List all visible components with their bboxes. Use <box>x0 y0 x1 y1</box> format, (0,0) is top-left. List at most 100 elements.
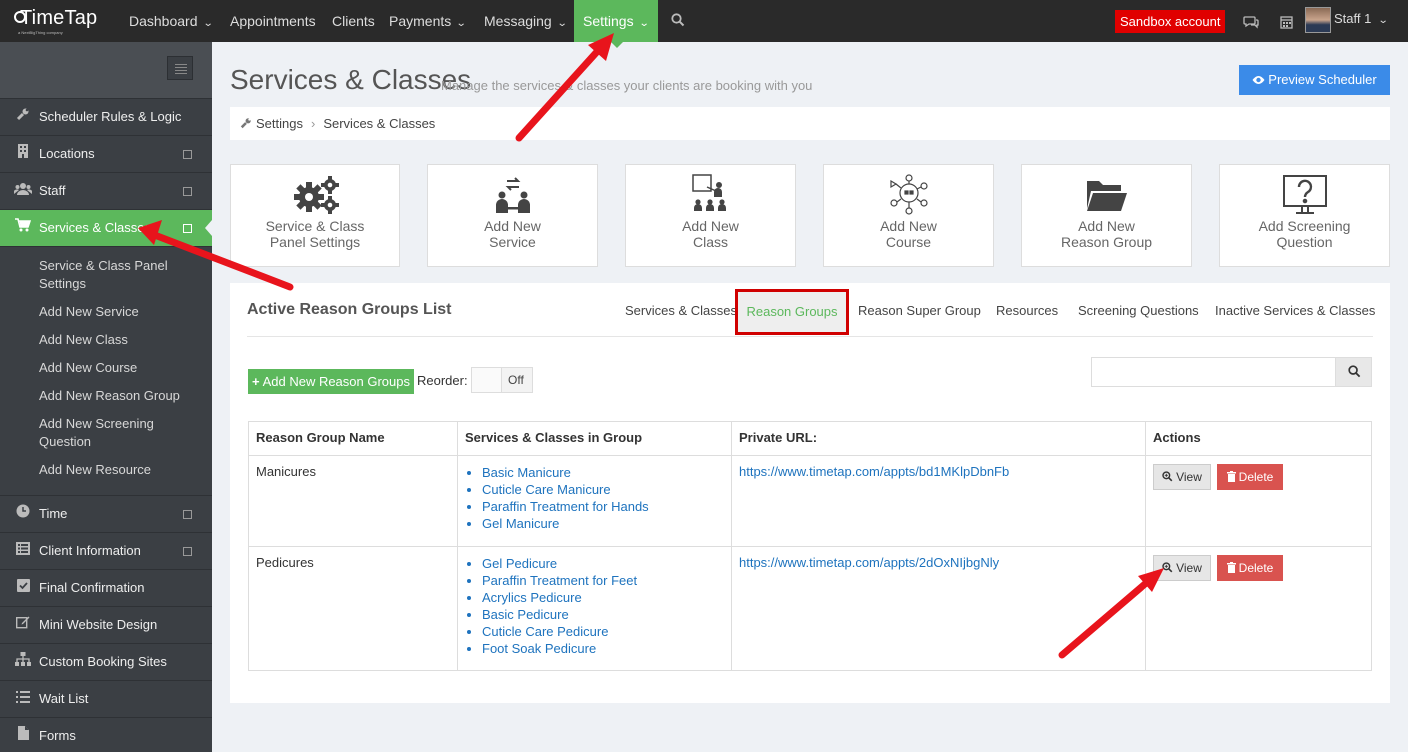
nav-dashboard[interactable]: Dashboard ⌄ <box>129 0 213 42</box>
view-button[interactable]: View <box>1153 464 1211 490</box>
logo-text: TimeTap <box>20 7 98 29</box>
service-link[interactable]: Cuticle Care Manicure <box>482 481 724 498</box>
class-icon <box>626 173 795 217</box>
chat-icon[interactable] <box>1243 15 1259 32</box>
service-link[interactable]: Cuticle Care Pedicure <box>482 623 724 640</box>
sitemap-icon <box>14 644 32 680</box>
expand-toggle[interactable] <box>183 510 192 519</box>
view-button[interactable]: View <box>1153 555 1211 581</box>
column-header: Actions <box>1145 421 1372 456</box>
avatar[interactable] <box>1305 7 1331 33</box>
tab-services-classes[interactable]: Services & Classes <box>625 303 737 318</box>
private-url-link[interactable]: https://www.timetap.com/appts/bd1MKlpDbn… <box>739 464 1009 479</box>
nav-payments[interactable]: Payments ⌄ <box>389 0 467 42</box>
gears-icon <box>231 173 399 217</box>
timetap-logo[interactable]: TimeTap a NextBigThing company <box>14 7 114 35</box>
service-link[interactable]: Gel Manicure <box>482 515 724 532</box>
tile-add-screening-question[interactable]: Add Screening Question <box>1219 164 1390 267</box>
staff-menu[interactable]: Staff 1 ⌄ <box>1334 11 1389 26</box>
expand-toggle[interactable] <box>183 187 192 196</box>
service-link[interactable]: Basic Manicure <box>482 464 724 481</box>
sidebar-item-time[interactable]: Time <box>0 496 212 533</box>
tile-label-line2: Panel Settings <box>269 234 361 250</box>
nav-appointments[interactable]: Appointments <box>230 0 316 42</box>
sidebar-item-final-confirmation[interactable]: Final Confirmation <box>0 570 212 607</box>
service-link[interactable]: Gel Pedicure <box>482 555 724 572</box>
wrench-icon <box>14 99 32 135</box>
tile-panel-settings[interactable]: Service & Class Panel Settings <box>230 164 400 267</box>
submenu-panel-settings[interactable]: Service & Class Panel Settings <box>0 257 212 293</box>
tile-add-new-class[interactable]: Add New Class <box>625 164 796 267</box>
plus-icon: + <box>251 374 260 389</box>
sidebar-item-services-classes[interactable]: Services & Classes <box>0 210 212 247</box>
sidebar-item-locations[interactable]: Locations <box>0 136 212 173</box>
chevron-down-icon: ⌄ <box>455 18 467 29</box>
nav-active-pointer <box>611 42 623 48</box>
tile-add-new-course[interactable]: Add New Course <box>823 164 994 267</box>
private-url-link[interactable]: https://www.timetap.com/appts/2dOxNIjbgN… <box>739 555 999 570</box>
tab-inactive-services-classes[interactable]: Inactive Services & Classes <box>1215 303 1375 318</box>
search-button[interactable] <box>1335 357 1372 387</box>
service-link[interactable]: Paraffin Treatment for Feet <box>482 572 724 589</box>
reason-groups-table: Reason Group Name Services & Classes in … <box>248 421 1372 671</box>
reorder-toggle[interactable]: Off <box>471 367 533 393</box>
tile-add-new-reason-group[interactable]: Add New Reason Group <box>1021 164 1192 267</box>
tile-label-line1: Add New <box>880 218 937 234</box>
search-icon[interactable] <box>671 13 685 30</box>
calendar-icon[interactable] <box>1280 15 1293 32</box>
submenu-add-class[interactable]: Add New Class <box>0 331 212 349</box>
nav-messaging[interactable]: Messaging ⌄ <box>484 0 567 42</box>
sidebar-item-staff[interactable]: Staff <box>0 173 212 210</box>
breadcrumb: Settings › Services & Classes <box>230 107 1390 140</box>
sidebar-item-scheduler-rules[interactable]: Scheduler Rules & Logic <box>0 99 212 136</box>
building-icon <box>14 136 32 172</box>
breadcrumb-settings[interactable]: Settings <box>256 116 303 131</box>
tab-reason-groups[interactable]: Reason Groups <box>735 289 849 335</box>
delete-button[interactable]: Delete <box>1217 464 1283 490</box>
service-link[interactable]: Paraffin Treatment for Hands <box>482 498 724 515</box>
submenu-add-course[interactable]: Add New Course <box>0 359 212 377</box>
delete-button[interactable]: Delete <box>1217 555 1283 581</box>
submenu-add-reason-group[interactable]: Add New Reason Group <box>0 387 212 405</box>
nav-settings[interactable]: Settings ⌄ <box>574 0 658 42</box>
list-icon <box>14 681 32 717</box>
cart-icon <box>14 210 32 246</box>
expand-toggle[interactable] <box>183 547 192 556</box>
toggle-knob <box>472 368 502 392</box>
tab-screening-questions[interactable]: Screening Questions <box>1078 303 1199 318</box>
sidebar-header <box>0 42 212 99</box>
service-link[interactable]: Acrylics Pedicure <box>482 589 724 606</box>
hamburger-menu-button[interactable] <box>167 56 193 80</box>
sidebar-item-forms[interactable]: Forms <box>0 718 212 752</box>
tile-add-new-service[interactable]: Add New Service <box>427 164 598 267</box>
sidebar-item-mini-website-design[interactable]: Mini Website Design <box>0 607 212 644</box>
tab-reason-super-group[interactable]: Reason Super Group <box>858 303 981 318</box>
tile-label-line1: Add New <box>682 218 739 234</box>
nav-clients[interactable]: Clients <box>332 0 375 42</box>
tile-label-line2: Service <box>489 234 536 250</box>
add-new-reason-groups-button[interactable]: + Add New Reason Groups <box>248 369 414 394</box>
table-header-row: Reason Group Name Services & Classes in … <box>248 421 1372 456</box>
sidebar-item-client-information[interactable]: Client Information <box>0 533 212 570</box>
tile-label-line1: Add New <box>1078 218 1135 234</box>
submenu-add-service[interactable]: Add New Service <box>0 303 212 321</box>
column-header: Reason Group Name <box>248 421 458 456</box>
sidebar-item-wait-list[interactable]: Wait List <box>0 681 212 718</box>
expand-toggle[interactable] <box>183 150 192 159</box>
reorder-label: Reorder: <box>417 373 468 388</box>
preview-scheduler-button[interactable]: Preview Scheduler <box>1239 65 1390 95</box>
service-link[interactable]: Foot Soak Pedicure <box>482 640 724 657</box>
tile-label-line2: Reason Group <box>1060 234 1153 250</box>
edit-icon <box>14 607 32 643</box>
submenu-add-resource[interactable]: Add New Resource <box>0 461 212 479</box>
expand-toggle[interactable] <box>183 224 192 233</box>
sidebar-item-custom-booking-sites[interactable]: Custom Booking Sites <box>0 644 212 681</box>
eye-icon <box>1252 66 1265 96</box>
tab-resources[interactable]: Resources <box>996 303 1058 318</box>
search-icon <box>1348 365 1361 381</box>
service-link[interactable]: Basic Pedicure <box>482 606 724 623</box>
reason-group-name: Pedicures <box>248 546 458 671</box>
submenu-add-screening-question[interactable]: Add New Screening Question <box>0 415 212 451</box>
search-input[interactable] <box>1091 357 1336 387</box>
services-list-cell: Basic Manicure Cuticle Care Manicure Par… <box>457 455 732 547</box>
